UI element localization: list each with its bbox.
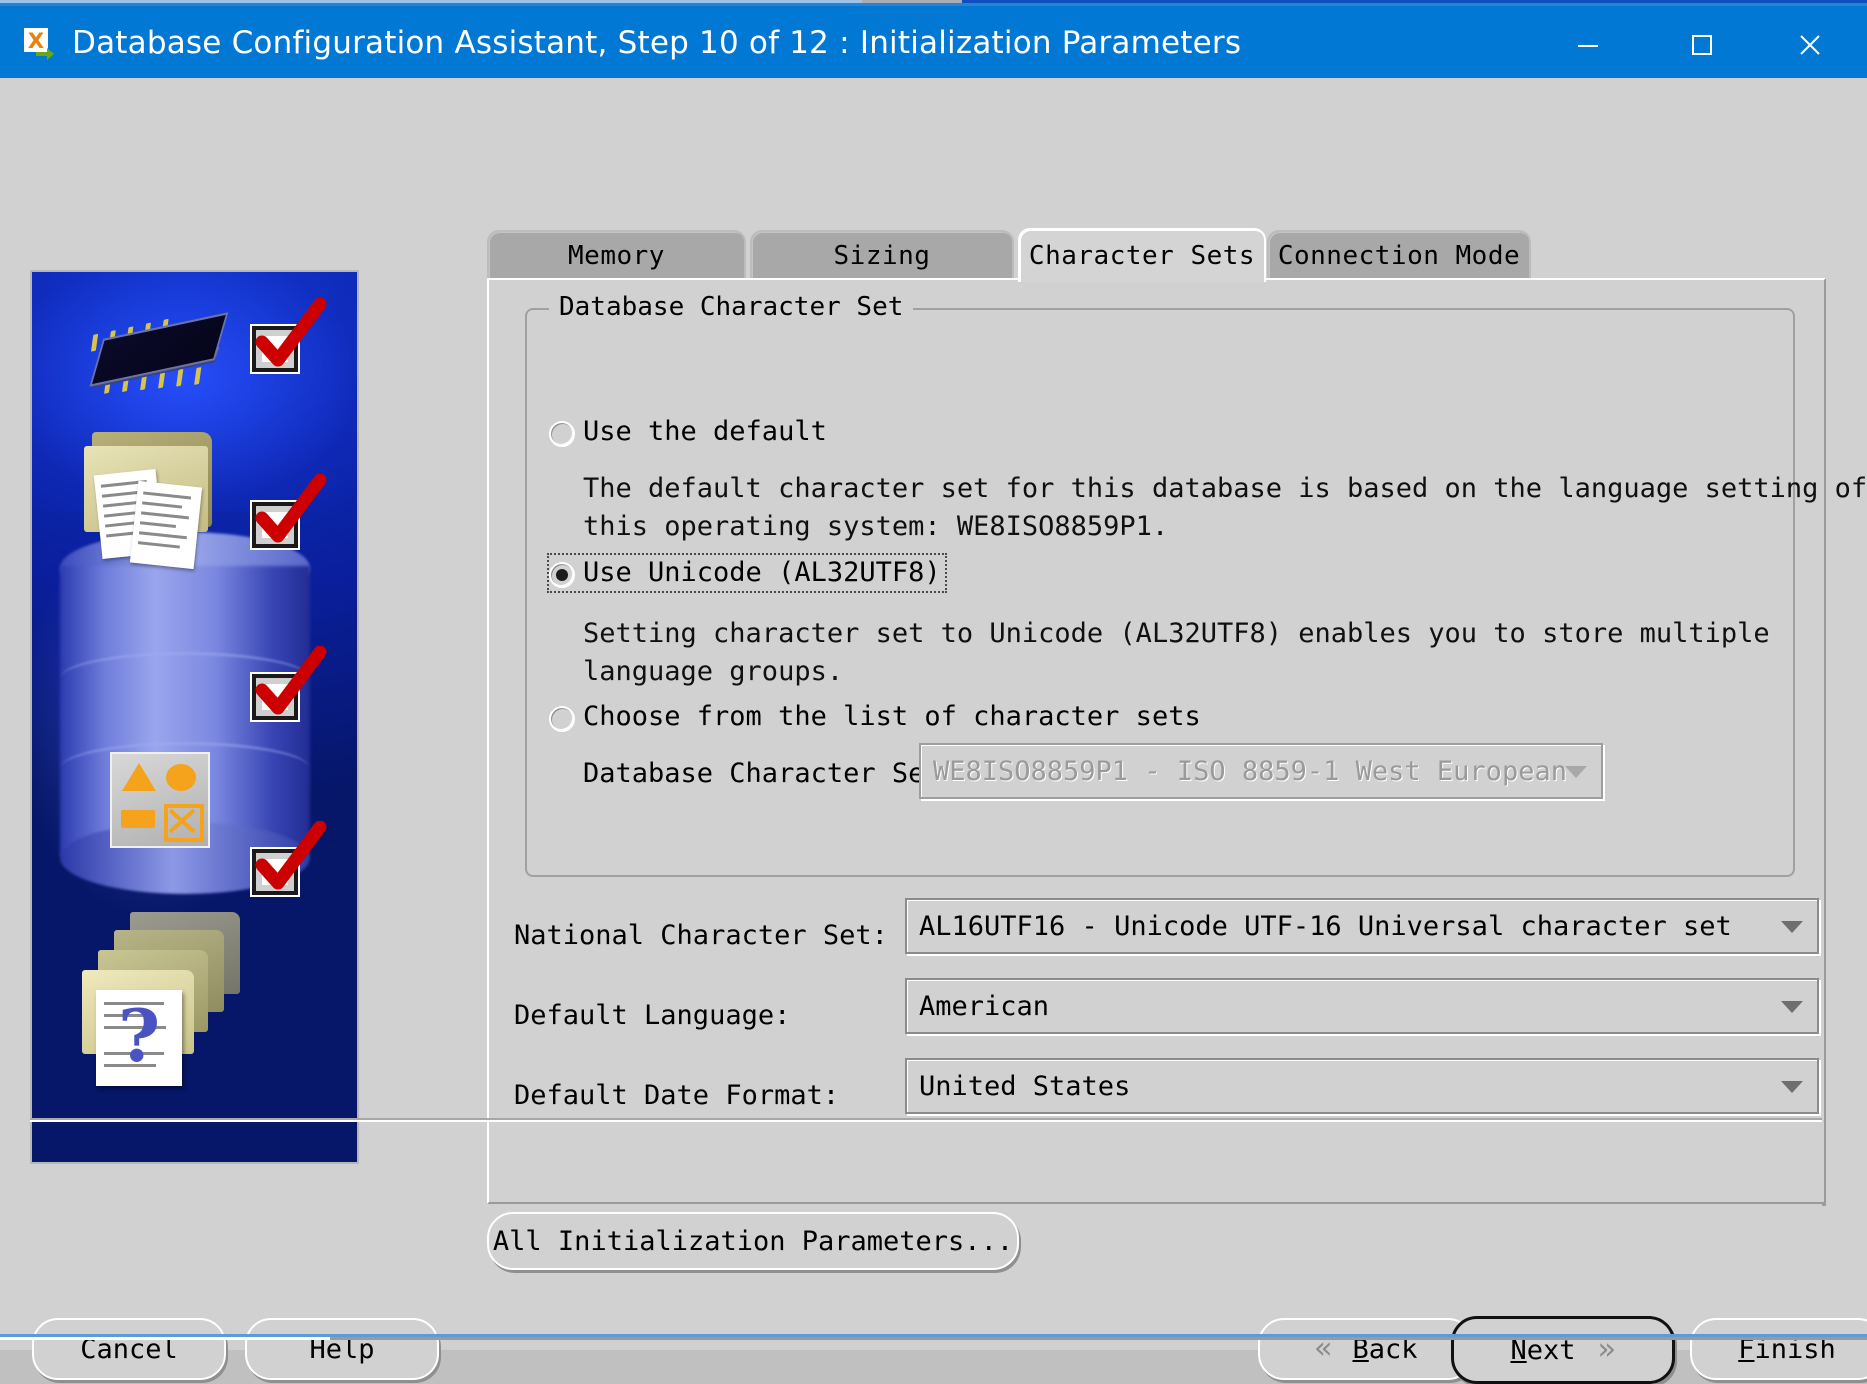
national-character-set-label: National Character Set: (514, 920, 888, 951)
help-button[interactable]: Help (245, 1318, 439, 1380)
chevron-down-icon (1565, 766, 1587, 778)
focus-ring: Use Unicode (AL32UTF8) (547, 553, 947, 593)
help-document-icon: ? (96, 990, 182, 1086)
oracle-dbca-icon: X (22, 26, 56, 60)
use-unicode-desc-line-2: language groups. (583, 656, 844, 687)
default-date-format-combo[interactable]: United States (905, 1058, 1819, 1114)
combo-value: American (919, 990, 1050, 1022)
close-icon (1800, 35, 1820, 55)
checkmark-step-3 (250, 646, 327, 724)
character-sets-panel: Database Character Set Use the default T… (487, 278, 1867, 1204)
red-check-icon (255, 474, 327, 543)
tab-connection-mode[interactable]: Connection Mode (1267, 230, 1531, 280)
tab-bar: Memory Sizing Character Sets Connection … (487, 228, 1539, 282)
tab-label: Character Sets (1028, 241, 1256, 271)
edge-segment-light (0, 0, 862, 3)
use-default-desc-line-1: The default character set for this datab… (583, 473, 1867, 504)
window-title: Database Configuration Assistant, Step 1… (72, 25, 1242, 61)
combo-value: WE8ISO8859P1 - ISO 8859-1 West European (933, 755, 1567, 787)
radio-indicator[interactable] (549, 706, 575, 732)
window-bottom-edge (0, 1334, 1867, 1340)
svg-text:X: X (28, 29, 44, 53)
checkmark-step-1 (250, 298, 327, 376)
checkmark-step-4 (250, 821, 327, 899)
radio-label: Choose from the list of character sets (583, 701, 1201, 732)
edge-segment-gray (862, 0, 962, 3)
button-label: All Initialization Parameters... (492, 1225, 1014, 1257)
maximize-button[interactable] (1659, 12, 1745, 78)
database-character-set-label: Database Character Set: (583, 758, 957, 789)
minimize-button[interactable] (1545, 12, 1631, 78)
maximize-icon (1692, 35, 1712, 55)
database-character-set-combo[interactable]: WE8ISO8859P1 - ISO 8859-1 West European (919, 743, 1603, 799)
database-character-set-group: Database Character Set Use the default T… (525, 292, 1867, 877)
use-unicode-desc-line-1: Setting character set to Unicode (AL32UT… (583, 618, 1770, 649)
chevron-down-icon (1781, 1081, 1803, 1093)
red-check-icon (255, 646, 327, 715)
combo-value: AL16UTF16 - Unicode UTF-16 Universal cha… (919, 910, 1732, 942)
default-language-label: Default Language: (514, 1000, 791, 1031)
footer-divider (30, 1118, 1822, 1122)
cancel-button[interactable]: Cancel (32, 1318, 226, 1380)
use-default-desc-line-2: this operating system: WE8ISO8859P1. (583, 511, 1169, 542)
default-language-combo[interactable]: American (905, 978, 1819, 1034)
radio-choose-from-list[interactable]: Choose from the list of character sets (549, 700, 1201, 734)
edge-segment-dark (962, 0, 1867, 3)
all-initialization-parameters-button[interactable]: All Initialization Parameters... (487, 1212, 1019, 1270)
radio-use-the-default[interactable]: Use the default (549, 415, 827, 449)
tab-sizing[interactable]: Sizing (750, 230, 1014, 280)
tab-label: Sizing (833, 241, 931, 271)
radio-indicator[interactable] (549, 421, 575, 447)
folder-documents-icon (84, 432, 224, 582)
chevron-down-icon (1781, 921, 1803, 933)
tab-character-sets[interactable]: Character Sets (1018, 228, 1266, 282)
application-window: X Database Configuration Assistant, Step… (0, 0, 1867, 1384)
red-check-icon (255, 298, 327, 367)
back-button[interactable]: « Back (1258, 1318, 1474, 1380)
radio-use-unicode[interactable]: Use Unicode (AL32UTF8) (547, 553, 947, 593)
wizard-banner-image: ? (30, 270, 359, 1164)
default-date-format-label: Default Date Format: (514, 1080, 840, 1111)
radio-indicator[interactable] (549, 562, 575, 588)
radio-label: Use Unicode (AL32UTF8) (583, 557, 941, 588)
tab-label: Connection Mode (1277, 241, 1521, 271)
group-title: Database Character Set (549, 292, 914, 322)
folder-stack-icon: ? (78, 912, 248, 1092)
next-button[interactable]: Next » (1451, 1316, 1675, 1384)
combo-value: United States (919, 1070, 1131, 1102)
red-check-icon (255, 821, 327, 890)
client-area: ? Memory Sizing Character Sets Connectio… (0, 78, 1867, 1384)
finish-button[interactable]: Finish (1690, 1318, 1867, 1380)
tab-memory[interactable]: Memory (487, 230, 746, 280)
national-character-set-combo[interactable]: AL16UTF16 - Unicode UTF-16 Universal cha… (905, 898, 1819, 954)
title-bar[interactable]: X Database Configuration Assistant, Step… (0, 6, 1867, 78)
chevron-down-icon (1781, 1001, 1803, 1013)
minimize-icon (1578, 45, 1598, 47)
radio-label: Use the default (583, 416, 827, 447)
close-button[interactable] (1767, 12, 1853, 78)
schema-objects-icon (110, 752, 210, 848)
tab-label: Memory (568, 241, 665, 271)
checkmark-step-2 (250, 474, 327, 552)
